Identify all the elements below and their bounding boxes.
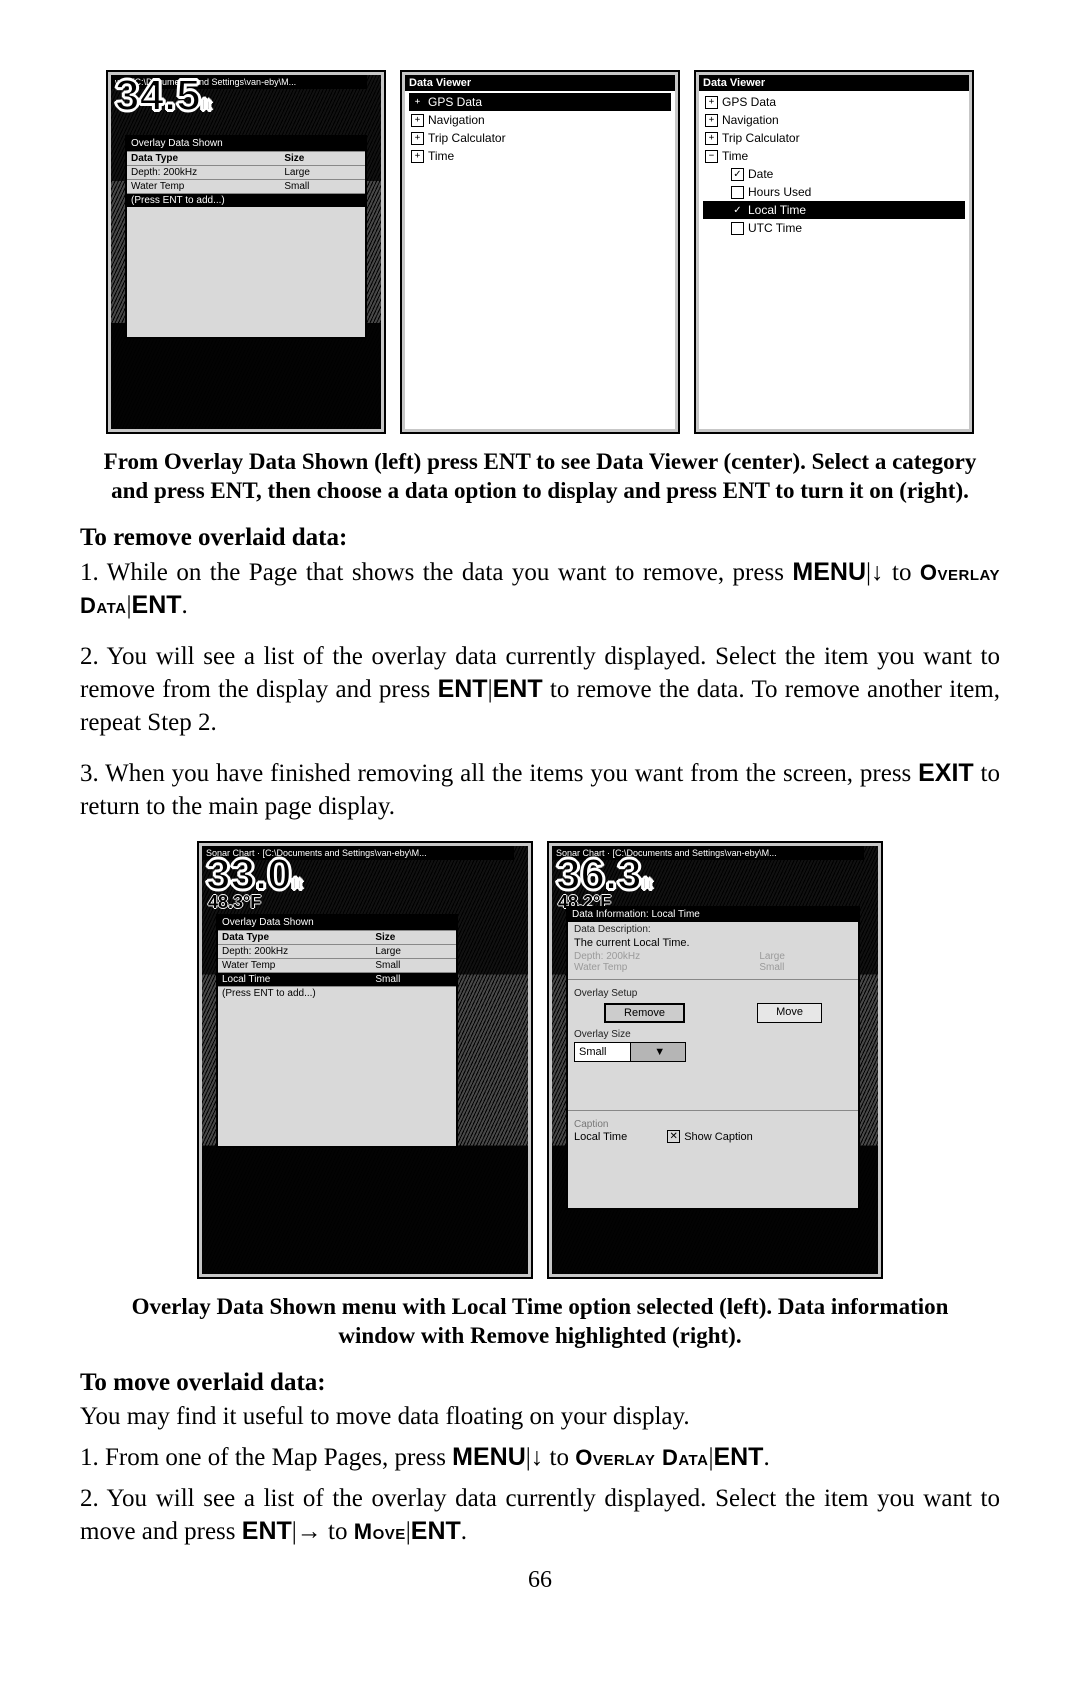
caption-section-label: Caption — [568, 1117, 858, 1130]
show-caption-label: Show Caption — [684, 1131, 753, 1143]
tree-item[interactable]: + Navigation — [409, 111, 671, 129]
expand-icon[interactable]: + — [705, 132, 718, 145]
screenshot-data-information: Sonar Chart · [C:\Documents and Settings… — [547, 841, 883, 1279]
screenshot-data-viewer-collapsed: Data Viewer + GPS Data + Navigation + Tr… — [400, 70, 680, 434]
right-arrow-icon: → — [297, 1517, 322, 1545]
move-step-2: 2. You will see a list of the overlay da… — [80, 1483, 1000, 1549]
table-row[interactable]: Depth: 200kHz Large — [127, 165, 365, 179]
overlay-data-panel: Overlay Data Shown Data Type Size Depth:… — [125, 135, 367, 339]
tree: + GPS Data + Navigation + Trip Calculato… — [405, 91, 675, 167]
tree-item[interactable]: + Time — [409, 147, 671, 165]
overlay-size-dropdown[interactable]: Small ▼ — [574, 1042, 686, 1062]
move-step-1: 1. From one of the Map Pages, press MENU… — [80, 1441, 1000, 1475]
move-intro: You may find it useful to move data floa… — [80, 1401, 1000, 1434]
panel-title: Data Viewer — [405, 75, 675, 91]
description-label: Data Description: — [568, 922, 858, 935]
panel-title: Data Information: Local Time — [568, 908, 858, 922]
tree-item[interactable]: − Time — [703, 147, 965, 165]
depth-reading: 34.5ft — [115, 75, 211, 121]
temperature-reading: 48.3°F — [208, 892, 261, 913]
caption-value: Local Time — [574, 1131, 627, 1143]
manual-page: wt · [C:\Documents and Settings\van-eby\… — [80, 0, 1000, 1634]
tree-item[interactable]: + Trip Calculator — [703, 129, 965, 147]
screenshot-overlay-data-shown: wt · [C:\Documents and Settings\van-eby\… — [106, 70, 386, 434]
add-row[interactable]: (Press ENT to add...) — [218, 986, 456, 1000]
overlay-data-panel: Overlay Data Shown Data Type Size Depth:… — [216, 914, 458, 1148]
step-2: 2. You will see a list of the overlay da… — [80, 641, 1000, 740]
figure-caption-mid: Overlay Data Shown menu with Local Time … — [92, 1293, 988, 1351]
checkbox-icon[interactable]: ✓ — [731, 168, 744, 181]
step-1: 1. While on the Page that shows the data… — [80, 556, 1000, 623]
tree-item[interactable]: + GPS Data — [409, 93, 671, 111]
remove-button[interactable]: Remove — [604, 1003, 685, 1023]
tree-child[interactable]: Hours Used — [703, 183, 965, 201]
checkbox-icon[interactable]: ✓ — [731, 204, 744, 217]
top-screenshot-row: wt · [C:\Documents and Settings\van-eby\… — [80, 70, 1000, 434]
tree-child[interactable]: ✓ Local Time — [703, 201, 965, 219]
expand-icon[interactable]: + — [411, 96, 424, 109]
overlay-setup-label: Overlay Setup — [568, 986, 858, 999]
ghost-row: Depth: 200kHz Large — [568, 951, 858, 962]
table-row[interactable]: Local Time Small — [218, 972, 456, 986]
screenshot-data-viewer-expanded: Data Viewer + GPS Data + Navigation + Tr… — [694, 70, 974, 434]
down-arrow-icon: ↓ — [531, 1443, 544, 1471]
tree-child[interactable]: ✓ Date — [703, 165, 965, 183]
page-number: 66 — [80, 1567, 1000, 1594]
mid-screenshot-row: Sonar Chart · [C:\Documents and Settings… — [80, 841, 1000, 1279]
section-heading-move: To move overlaid data: — [80, 1369, 1000, 1397]
table-row[interactable]: Depth: 200kHz Large — [218, 944, 456, 958]
step-3: 3. When you have finished removing all t… — [80, 757, 1000, 823]
tree-item[interactable]: + Trip Calculator — [409, 129, 671, 147]
expand-icon[interactable]: + — [705, 114, 718, 127]
data-information-panel: Data Information: Local Time Data Descri… — [566, 906, 860, 1210]
description-text: The current Local Time. — [568, 935, 858, 951]
overlay-size-label: Overlay Size — [568, 1027, 858, 1040]
checkbox-icon[interactable] — [731, 186, 744, 199]
expand-icon[interactable]: + — [411, 150, 424, 163]
panel-title: Overlay Data Shown — [127, 137, 365, 151]
table-row[interactable]: Water Temp Small — [127, 179, 365, 193]
down-arrow-icon: ↓ — [871, 558, 884, 586]
table-row[interactable]: Water Temp Small — [218, 958, 456, 972]
screenshot-overlay-local-time: Sonar Chart · [C:\Documents and Settings… — [197, 841, 533, 1279]
tree-child[interactable]: UTC Time — [703, 219, 965, 237]
column-headers: Data Type Size — [218, 930, 456, 944]
checkbox-icon[interactable] — [731, 222, 744, 235]
tree-item[interactable]: + GPS Data — [703, 93, 965, 111]
checkbox-icon[interactable]: ✕ — [667, 1130, 680, 1143]
panel-title: Data Viewer — [699, 75, 969, 91]
expand-icon[interactable]: + — [411, 132, 424, 145]
chevron-down-icon[interactable]: ▼ — [630, 1043, 686, 1061]
panel-title: Overlay Data Shown — [218, 916, 456, 930]
tree: + GPS Data + Navigation + Trip Calculato… — [699, 91, 969, 239]
section-heading-remove: To remove overlaid data: — [80, 524, 1000, 552]
ghost-row: Water Temp Small — [568, 962, 858, 973]
figure-caption-top: From Overlay Data Shown (left) press ENT… — [92, 448, 988, 506]
add-row[interactable]: (Press ENT to add...) — [127, 193, 365, 207]
column-headers: Data Type Size — [127, 151, 365, 165]
tree-item[interactable]: + Navigation — [703, 111, 965, 129]
collapse-icon[interactable]: − — [705, 150, 718, 163]
expand-icon[interactable]: + — [411, 114, 424, 127]
move-button[interactable]: Move — [757, 1003, 822, 1023]
expand-icon[interactable]: + — [705, 96, 718, 109]
